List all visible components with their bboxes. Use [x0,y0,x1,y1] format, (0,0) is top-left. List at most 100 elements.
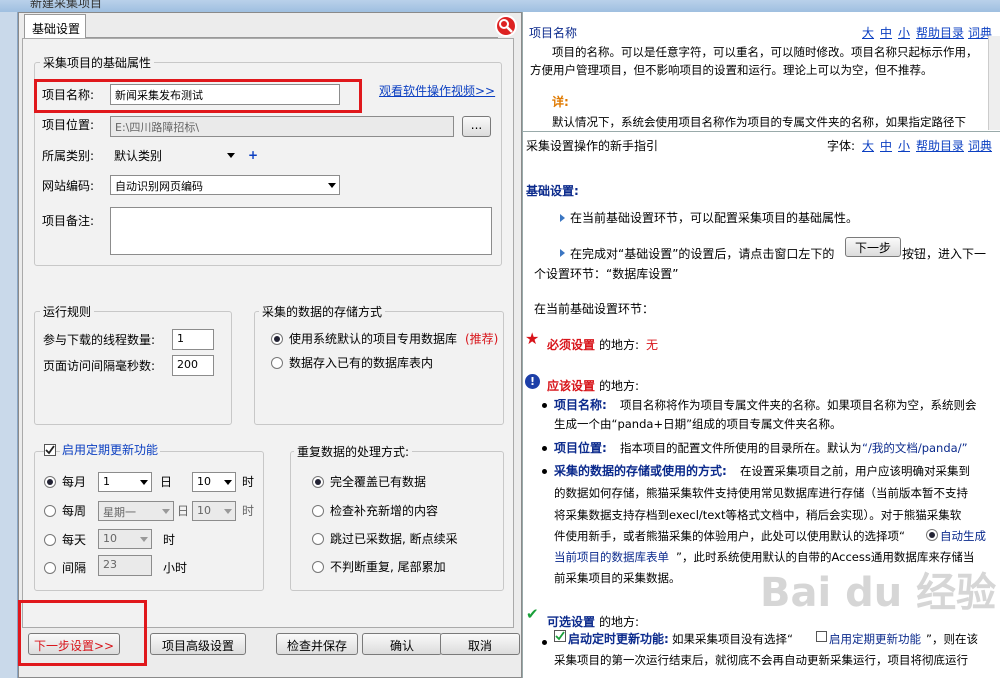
watch-video-link[interactable]: 观看软件操作视频>> [379,82,495,100]
hour-select[interactable]: 10 [192,472,236,492]
enable-schedule-checkbox[interactable] [44,444,56,456]
b1-title: 项目名称: [554,398,607,412]
help-search-icon[interactable] [494,14,518,38]
dedupe-skip-label: 跳过已采数据, 断点续采 [330,532,458,546]
hour-label: 时 [242,475,255,489]
info-icon: ! [525,374,540,389]
star-icon: ★ [525,329,540,348]
inline-radio-icon [926,529,938,541]
threads-input[interactable]: 1 [172,329,214,350]
confirm-button[interactable]: 确认 [362,633,442,655]
b1-text: 项目名称将作为项目专属文件夹的名称。如果项目名称为空，系统则会 [620,398,977,412]
enable-schedule-label[interactable]: 启用定期更新功能 [60,441,161,459]
add-category-button[interactable]: + [248,146,258,164]
project-location-input[interactable]: E:\四川路障招标\ [110,116,454,137]
arrow-icon [560,249,565,257]
interval-radio[interactable] [44,562,56,574]
advanced-settings-button[interactable]: 项目高级设置 [150,633,246,655]
chevron-down-icon [140,537,148,542]
monthly-radio[interactable] [44,476,56,488]
basic-properties-title: 采集项目的基础属性 [40,54,155,71]
guide-title: 采集设置操作的新手指引 [526,139,659,153]
daily-radio[interactable] [44,534,56,546]
daily-label: 每天 [62,533,87,547]
dedupe-skip-radio[interactable] [312,533,324,545]
chevron-down-icon [227,153,235,158]
tip2a: 在完成对“基础设置”的设置后，请点击窗口左下的 [570,247,835,261]
encoding-label: 网站编码: [42,179,95,193]
b3-line4b: 自动生成 [940,529,986,543]
category-select[interactable]: 默认类别 [110,146,238,166]
chevron-down-icon [140,480,148,485]
encoding-select[interactable]: 自动识别网页编码 [110,175,340,195]
check-save-button[interactable]: 检查并保存 [276,633,358,655]
font-small-link[interactable]: 小 [898,24,910,42]
tab-basic-settings[interactable]: 基础设置 [24,14,86,38]
bullet-icon [542,640,547,645]
daily-hour-label: 时 [163,533,176,547]
run-rules-title: 运行规则 [40,303,95,320]
interval-input[interactable]: 200 [172,355,214,376]
storage-title: 采集的数据的存储方式 [259,303,386,320]
section-title: 基础设置: [526,184,579,198]
inline-empty-checkbox-icon [816,631,827,642]
b3-line6: 前采集项目的采集数据。 [554,571,681,585]
guide-font-large-link[interactable]: 大 [862,137,874,155]
c1-title: 启动定时更新功能: [568,632,669,646]
help-directory-link[interactable]: 帮助目录 [916,24,964,42]
help-top-text: 项目的名称。可以是任意字符，可以重名，可以随时修改。项目名称只起标示作用，方便用… [530,45,978,77]
optional-suffix: 的地方: [599,615,640,629]
weekly-hour-select[interactable]: 10 [192,501,236,521]
storage-default-radio[interactable] [271,333,283,345]
next-step-button[interactable]: 下一步设置>> [28,633,120,655]
c1-text: 如果采集项目没有选择“ [672,632,793,646]
weekly-radio[interactable] [44,505,56,517]
cancel-button[interactable]: 取消 [440,633,520,655]
encoding-value: 自动识别网页编码 [115,180,203,193]
category-value: 默认类别 [114,149,163,163]
help-top-scrollbar[interactable] [988,36,1000,130]
should-suffix: 的地方: [599,379,640,393]
dedupe-append-radio[interactable] [312,561,324,573]
tip2c: 个设置环节：“数据库设置” [534,267,679,281]
c1-line2: 采集项目的第一次运行结束后，就彻底不会再自动更新采集运行，项目将彻底运行 [554,653,968,667]
tip1: 在当前基础设置环节，可以配置采集项目的基础属性。 [570,211,859,225]
b3-title: 采集的数据的存储或使用的方式: [554,464,727,478]
month-day-select[interactable]: 1 [98,472,152,492]
c1-link: 启用定期更新功能 [829,632,921,646]
weekday-select[interactable]: 星期一 [98,501,174,521]
daily-hour-select[interactable]: 10 [98,529,152,549]
project-name-input[interactable]: 新闻采集发布测试 [110,84,340,105]
guide-font-mid-link[interactable]: 中 [880,137,892,155]
guide-help-directory-link[interactable]: 帮助目录 [916,137,964,155]
dedupe-check-radio[interactable] [312,505,324,517]
tip2b: 按钮，进入下一 [902,247,987,261]
font-large-link[interactable]: 大 [862,24,874,42]
must-label: 必须设置 [547,338,596,352]
b2-text: 指本项目的配置文件所使用的目录所在。默认为 [620,441,862,455]
chevron-down-icon [328,183,336,188]
guide-dictionary-link[interactable]: 词典 [968,137,992,155]
inline-checkbox-icon [554,630,566,642]
background-window-edge [0,12,18,678]
dedupe-overwrite-radio[interactable] [312,476,324,488]
chevron-down-icon [224,509,232,514]
weekly-day-label: 日 [177,504,190,518]
interval-label: 页面访问间隔毫秒数: [43,359,156,373]
dedupe-overwrite-label: 完全覆盖已有数据 [330,475,427,489]
browse-button[interactable]: ... [462,116,491,137]
note-textarea[interactable] [110,207,492,255]
monthly-label: 每月 [62,475,87,489]
font-mid-link[interactable]: 中 [880,24,892,42]
dedupe-append-label: 不判断重复, 尾部累加 [330,560,446,574]
storage-existing-radio[interactable] [271,357,283,369]
b3-line5a: 当前项目的数据库表单 [554,550,669,564]
must-suffix: 的地方: [599,338,640,352]
optional-label: 可选设置 [547,615,596,629]
guide-font-small-link[interactable]: 小 [898,137,910,155]
dedupe-check-label: 检查补充新增的内容 [330,504,439,518]
interval-hours-input[interactable]: 23 [98,555,152,576]
help-top-text2: 默认情况下，系统会使用项目名称作为项目的专属文件夹的名称，如果指定路径下 [552,115,966,128]
day-label: 日 [160,475,173,489]
help-separator [522,131,1000,132]
